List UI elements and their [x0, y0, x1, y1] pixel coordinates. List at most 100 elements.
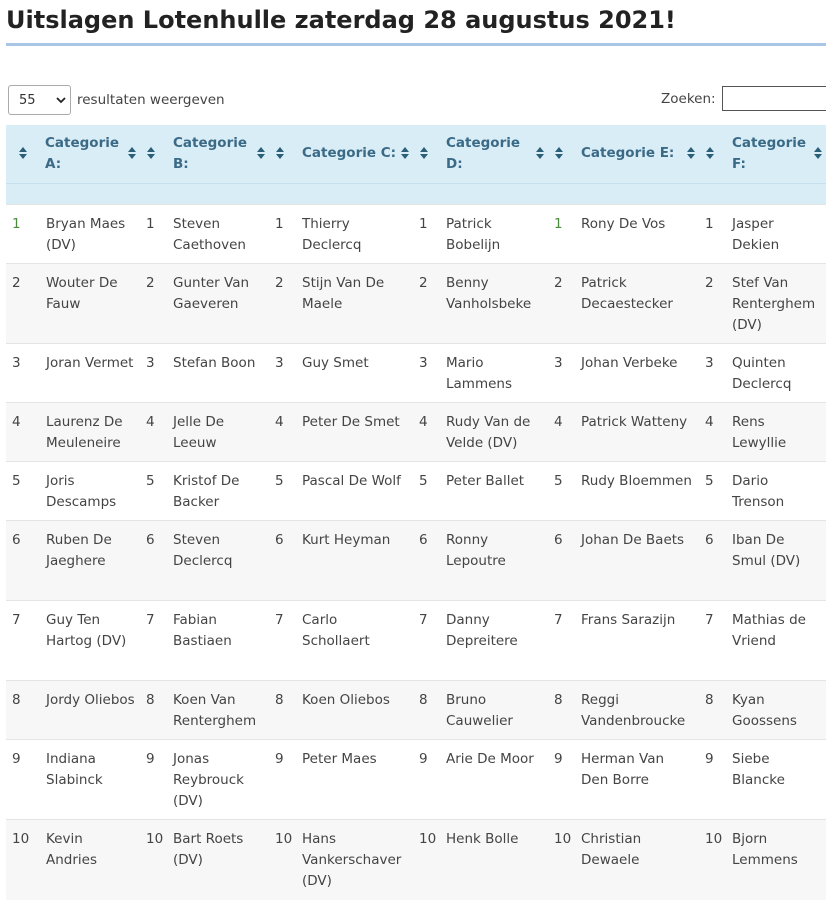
- rank-value: 7: [275, 612, 284, 628]
- rank-value: 5: [705, 473, 714, 489]
- sort-header-rank-4[interactable]: [413, 125, 441, 184]
- sort-header-category-f[interactable]: Categorie F:: [727, 125, 826, 184]
- rank-cell: 4: [699, 402, 727, 462]
- participant-name: Patrick Bobelijn: [446, 216, 501, 253]
- page-length-control: 55 resultaten weergeven: [8, 85, 225, 115]
- participant-cell: Kyan Goossens: [727, 680, 826, 740]
- sort-header-rank-6[interactable]: [699, 125, 727, 184]
- rank-cell: 5: [413, 461, 441, 521]
- rank-cell: 7: [140, 600, 168, 681]
- table-row: 1 Bryan Maes (DV) 1 Steven Caethoven 1 Thierr…: [6, 204, 826, 264]
- sort-header-rank-2[interactable]: [140, 125, 168, 184]
- rank-value: 1: [554, 216, 563, 232]
- participant-cell: Guy Ten Hartog (DV): [40, 600, 140, 681]
- participant-cell: Danny Depreitere: [441, 600, 548, 681]
- participant-name: Pascal De Wolf: [302, 473, 401, 489]
- rank-value: 3: [275, 355, 284, 371]
- rank-value: 6: [419, 532, 428, 548]
- rank-value: 6: [554, 532, 563, 548]
- rank-cell: 2: [413, 263, 441, 344]
- participant-cell: Frans Sarazijn: [576, 600, 699, 681]
- rank-value: 1: [275, 216, 284, 232]
- participant-cell: Fabian Bastiaen: [168, 600, 269, 681]
- participant-name: Rony De Vos: [581, 216, 666, 232]
- sort-header-category-b[interactable]: Categorie B:: [168, 125, 269, 184]
- rank-value: 4: [275, 414, 284, 430]
- table-row: 3 Joran Vermet 3 Stefan Boon 3 Guy Smet 3 Mario…: [6, 343, 826, 403]
- rank-cell: 10: [269, 819, 297, 900]
- rank-value: 6: [12, 532, 21, 548]
- participant-cell: Quinten Declercq: [727, 343, 826, 403]
- rank-value: 8: [554, 692, 563, 708]
- sort-header-category-c[interactable]: Categorie C:: [297, 125, 413, 184]
- participant-name: Jonas Reybrouck (DV): [173, 751, 244, 809]
- rank-cell: 3: [413, 343, 441, 403]
- rank-cell: 5: [6, 461, 40, 521]
- category-header-label: Categorie F:: [732, 135, 807, 172]
- participant-cell: Peter De Smet: [297, 402, 413, 462]
- participant-cell: Stef Van Renterghem (DV): [727, 263, 826, 344]
- participant-name: Peter De Smet: [302, 414, 400, 430]
- rank-value: 10: [554, 831, 572, 847]
- participant-cell: Patrick Watteny: [576, 402, 699, 462]
- sort-both-icon: [535, 147, 544, 159]
- search-control: Zoeken:: [661, 85, 826, 112]
- rank-cell: 2: [699, 263, 727, 344]
- participant-cell: Reggi Vandenbroucke: [576, 680, 699, 740]
- category-header-label: Categorie A:: [45, 135, 120, 172]
- participant-name: Gunter Van Gaeveren: [173, 275, 250, 312]
- participant-name: Stef Van Renterghem (DV): [732, 275, 816, 333]
- rank-cell: 7: [699, 600, 727, 681]
- participant-cell: Bart Roets (DV): [168, 819, 269, 900]
- participant-cell: Kristof De Backer: [168, 461, 269, 521]
- rank-value: 10: [12, 831, 30, 847]
- rank-value: 6: [705, 532, 714, 548]
- rank-cell: 8: [548, 680, 576, 740]
- rank-value: 2: [554, 275, 563, 291]
- participant-name: Mario Lammens: [446, 355, 512, 392]
- participant-name: Iban De Smul (DV): [732, 532, 801, 569]
- rank-value: 5: [554, 473, 563, 489]
- participant-name: Guy Smet: [302, 355, 369, 371]
- participant-cell: Patrick Bobelijn: [441, 204, 548, 264]
- participant-cell: Johan De Baets: [576, 520, 699, 601]
- sort-header-category-d[interactable]: Categorie D:: [441, 125, 548, 184]
- participant-name: Kyan Goossens: [732, 692, 797, 729]
- rank-cell: 3: [269, 343, 297, 403]
- sort-header-rank-1[interactable]: [6, 125, 40, 184]
- participant-cell: Steven Caethoven: [168, 204, 269, 264]
- participant-cell: Rony De Vos: [576, 204, 699, 264]
- rank-value: 6: [146, 532, 155, 548]
- rank-value: 1: [12, 216, 21, 232]
- rank-value: 9: [12, 751, 21, 767]
- search-input[interactable]: [721, 86, 826, 111]
- rank-cell: 9: [6, 739, 40, 820]
- participant-cell: Jelle De Leeuw: [168, 402, 269, 462]
- sort-header-rank-5[interactable]: [548, 125, 576, 184]
- rank-cell: 1: [699, 204, 727, 264]
- participant-cell: Laurenz De Meuleneire: [40, 402, 140, 462]
- sort-header-category-a[interactable]: Categorie A:: [40, 125, 140, 184]
- sort-header-category-e[interactable]: Categorie E:: [576, 125, 699, 184]
- participant-cell: Iban De Smul (DV): [727, 520, 826, 601]
- rank-value: 2: [146, 275, 155, 291]
- rank-cell: 3: [548, 343, 576, 403]
- sort-header-rank-3[interactable]: [269, 125, 297, 184]
- participant-name: Quinten Declercq: [732, 355, 792, 392]
- page-length-select[interactable]: 55: [8, 85, 71, 115]
- participant-name: Joris Descamps: [46, 473, 117, 510]
- participant-cell: Steven Declercq: [168, 520, 269, 601]
- rank-cell: 5: [269, 461, 297, 521]
- rank-value: 3: [419, 355, 428, 371]
- participant-cell: Stijn Van De Maele: [297, 263, 413, 344]
- participant-name: Henk Bolle: [446, 831, 519, 847]
- participant-name: Koen Oliebos: [302, 692, 390, 708]
- participant-name: Jelle De Leeuw: [173, 414, 225, 451]
- rank-value: 5: [419, 473, 428, 489]
- participant-name: Patrick Watteny: [581, 414, 688, 430]
- rank-cell: 8: [413, 680, 441, 740]
- participant-name: Steven Declercq: [173, 532, 233, 569]
- rank-value: 4: [554, 414, 563, 430]
- rank-value: 8: [275, 692, 284, 708]
- participant-cell: Bjorn Lemmens: [727, 819, 826, 900]
